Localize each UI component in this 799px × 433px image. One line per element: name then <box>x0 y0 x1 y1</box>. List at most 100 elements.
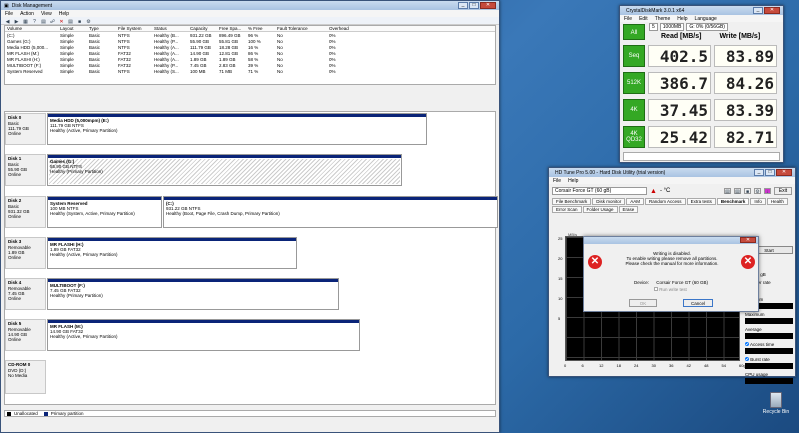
cdm-menu-help[interactable]: Help <box>677 16 687 22</box>
hdt-tab[interactable]: Disk monitor <box>592 198 626 205</box>
hdt-tab[interactable]: Benchmark <box>716 198 750 205</box>
write-test-checkbox[interactable] <box>654 287 658 291</box>
disk-label[interactable]: CD-ROM 0 DVD (D:) No Media <box>5 360 46 394</box>
close-button[interactable]: ✕ <box>480 2 496 9</box>
disk-label[interactable]: Disk 5 Removable 14.90 GB Online <box>5 319 46 351</box>
burst-rate-check[interactable]: Burst rate <box>745 357 793 362</box>
cdm-close-button[interactable]: ✕ <box>764 7 780 14</box>
properties-icon[interactable]: ▤ <box>40 18 47 25</box>
col-fault[interactable]: Fault Tolerance <box>277 26 329 31</box>
disk-label[interactable]: Disk 2 Basic 931.32 GB Online <box>5 196 46 228</box>
cdm-minimize-button[interactable]: _ <box>753 7 763 14</box>
minimize-button[interactable]: _ <box>458 2 468 9</box>
copy-text-icon[interactable]: ▤ <box>734 188 741 195</box>
col-free[interactable]: Free Spa... <box>219 26 248 31</box>
cdm-title-bar[interactable]: CrystalDiskMark 3.0.1 x64 _ ✕ <box>620 6 783 15</box>
disk-5[interactable]: Disk 5 Removable 14.90 GB Online MR FLASH (M… <box>5 319 495 351</box>
hdt-menu-help[interactable]: Help <box>568 178 578 184</box>
partition[interactable]: MR FLASH (M:) 14.90 GB FAT32 Healthy (Acti… <box>47 319 360 351</box>
connect-icon[interactable]: ☍ <box>49 18 56 25</box>
col-type[interactable]: Type <box>89 26 118 31</box>
dialog-close-button[interactable]: ✕ <box>740 237 756 243</box>
exit-button[interactable]: Exit <box>774 187 792 195</box>
partition[interactable]: (C:) 931.22 GB NTFS Healthy (Boot, Page Fi… <box>163 196 498 228</box>
hdt-tab[interactable]: Health <box>766 198 788 205</box>
partition[interactable]: System Reserved 100 MB NTFS Healthy (Syste… <box>47 196 162 228</box>
dm-title-bar[interactable]: ▣ Disk Management _ □ ✕ <box>1 1 499 10</box>
drive-dropdown[interactable]: Corsair Force GT (60 gB) <box>552 187 647 195</box>
partition[interactable]: Media HDD (5,000mpm) (E:) 111.79 GB NTFS H… <box>47 113 427 145</box>
size-select[interactable]: 1000MB <box>659 22 685 31</box>
disk-label[interactable]: Disk 1 Basic 55.90 GB Online <box>5 154 46 186</box>
col-pct-free[interactable]: % Free <box>248 26 277 31</box>
hdt-tab[interactable]: Error Scan <box>552 206 582 213</box>
menu-help[interactable]: Help <box>59 11 69 17</box>
hdt-menu-file[interactable]: File <box>553 178 561 184</box>
hdt-tab[interactable]: Extra tests <box>686 198 716 205</box>
explore-icon[interactable]: ■ <box>76 18 83 25</box>
cdm-comment-field[interactable] <box>623 152 780 161</box>
col-overhead[interactable]: Overhead <box>329 26 369 31</box>
save-icon[interactable]: ■ <box>744 188 751 195</box>
burst-checkbox[interactable] <box>745 357 749 361</box>
console-tree-icon[interactable]: ▦ <box>22 18 29 25</box>
menu-file[interactable]: File <box>5 11 13 17</box>
hdt-tab[interactable]: Random Access <box>645 198 686 205</box>
access-checkbox[interactable] <box>745 342 749 346</box>
disk-0[interactable]: Disk 0 Basic 111.79 GB Online Media HDD (5,0… <box>5 113 495 145</box>
drive-select[interactable]: G: 0% (0/56GB) <box>686 22 728 31</box>
disk-label[interactable]: Disk 0 Basic 111.79 GB Online <box>5 113 46 145</box>
maximize-button[interactable]: □ <box>469 2 479 9</box>
disk-4[interactable]: Disk 4 Removable 7.45 GB Online MULTIBOOT (F… <box>5 278 495 310</box>
back-arrow-icon[interactable]: ◀ <box>4 18 11 25</box>
hdt-tab[interactable]: Erase <box>618 206 639 213</box>
hdt-tab[interactable]: File Benchmark <box>552 198 592 205</box>
partition[interactable]: MR FLASHI (H:) 1.89 GB FAT32 Healthy (Acti… <box>47 237 297 269</box>
download-icon[interactable]: ↓ <box>764 188 771 195</box>
count-select[interactable]: 5 <box>649 22 658 31</box>
hdt-tab[interactable]: Info <box>750 198 766 205</box>
options-icon[interactable]: ⚙ <box>754 188 761 195</box>
cdm-menu-file[interactable]: File <box>624 16 632 22</box>
disk-label[interactable]: Disk 4 Removable 7.45 GB Online <box>5 278 46 310</box>
partition[interactable]: MULTIBOOT (F:) 7.45 GB FAT32 Healthy (Prim… <box>47 278 339 310</box>
help-icon[interactable]: ? <box>31 18 38 25</box>
hdt-close-button[interactable]: ✕ <box>776 169 792 176</box>
hdt-title-bar[interactable]: HD Tune Pro 5.00 - Hard Disk Utility (tr… <box>549 168 795 177</box>
ok-button[interactable]: OK <box>629 299 657 307</box>
disk-label[interactable]: Disk 3 Removable 1.89 GB Online <box>5 237 46 269</box>
settings-icon[interactable]: ⚙ <box>85 18 92 25</box>
hdt-maximize-button[interactable]: □ <box>765 169 775 176</box>
forward-arrow-icon[interactable]: ▶ <box>13 18 20 25</box>
dialog-title-bar[interactable]: ✕ <box>584 237 758 244</box>
access-time-check[interactable]: Access time <box>745 342 793 347</box>
col-status[interactable]: Status <box>154 26 190 31</box>
cdm-menu-edit[interactable]: Edit <box>639 16 648 22</box>
disk-6[interactable]: CD-ROM 0 DVD (D:) No Media <box>5 360 495 394</box>
cdm-menu-theme[interactable]: Theme <box>655 16 671 22</box>
recycle-bin[interactable]: Recycle Bin <box>762 392 790 415</box>
cdm-test-button[interactable]: Seq <box>623 44 645 67</box>
volume-row[interactable]: System Reserved Simple Basic NTFS Healthy (S… <box>5 68 495 74</box>
hdt-tab[interactable]: Folder Usage <box>582 206 618 213</box>
open-icon[interactable]: ▤ <box>67 18 74 25</box>
all-button[interactable]: All <box>623 24 645 40</box>
cdm-test-button[interactable]: 4K QD32 <box>623 125 645 148</box>
disk-3[interactable]: Disk 3 Removable 1.89 GB Online MR FLASHI (H… <box>5 237 495 269</box>
delete-icon[interactable]: ✕ <box>58 18 65 25</box>
col-layout[interactable]: Layout <box>60 26 89 31</box>
cancel-button[interactable]: Cancel <box>683 299 713 307</box>
disk-1[interactable]: Disk 1 Basic 55.90 GB Online Games (G:) 55.90… <box>5 154 495 186</box>
partition[interactable]: Games (G:) 55.90 GB NTFS Healthy (Primary … <box>47 154 402 186</box>
col-filesystem[interactable]: File System <box>118 26 154 31</box>
hdt-tab[interactable]: AAM <box>626 198 645 205</box>
menu-view[interactable]: View <box>41 11 52 17</box>
col-volume[interactable]: Volume <box>5 26 60 31</box>
hdt-minimize-button[interactable]: _ <box>754 169 764 176</box>
disk-2[interactable]: Disk 2 Basic 931.32 GB Online System Reserve… <box>5 196 498 228</box>
col-capacity[interactable]: Capacity <box>190 26 219 31</box>
cdm-test-button[interactable]: 512K <box>623 71 645 94</box>
cdm-test-button[interactable]: 4K <box>623 98 645 121</box>
cdm-menu-language[interactable]: Language <box>695 16 717 22</box>
copy-icon[interactable]: ▤ <box>724 188 731 195</box>
